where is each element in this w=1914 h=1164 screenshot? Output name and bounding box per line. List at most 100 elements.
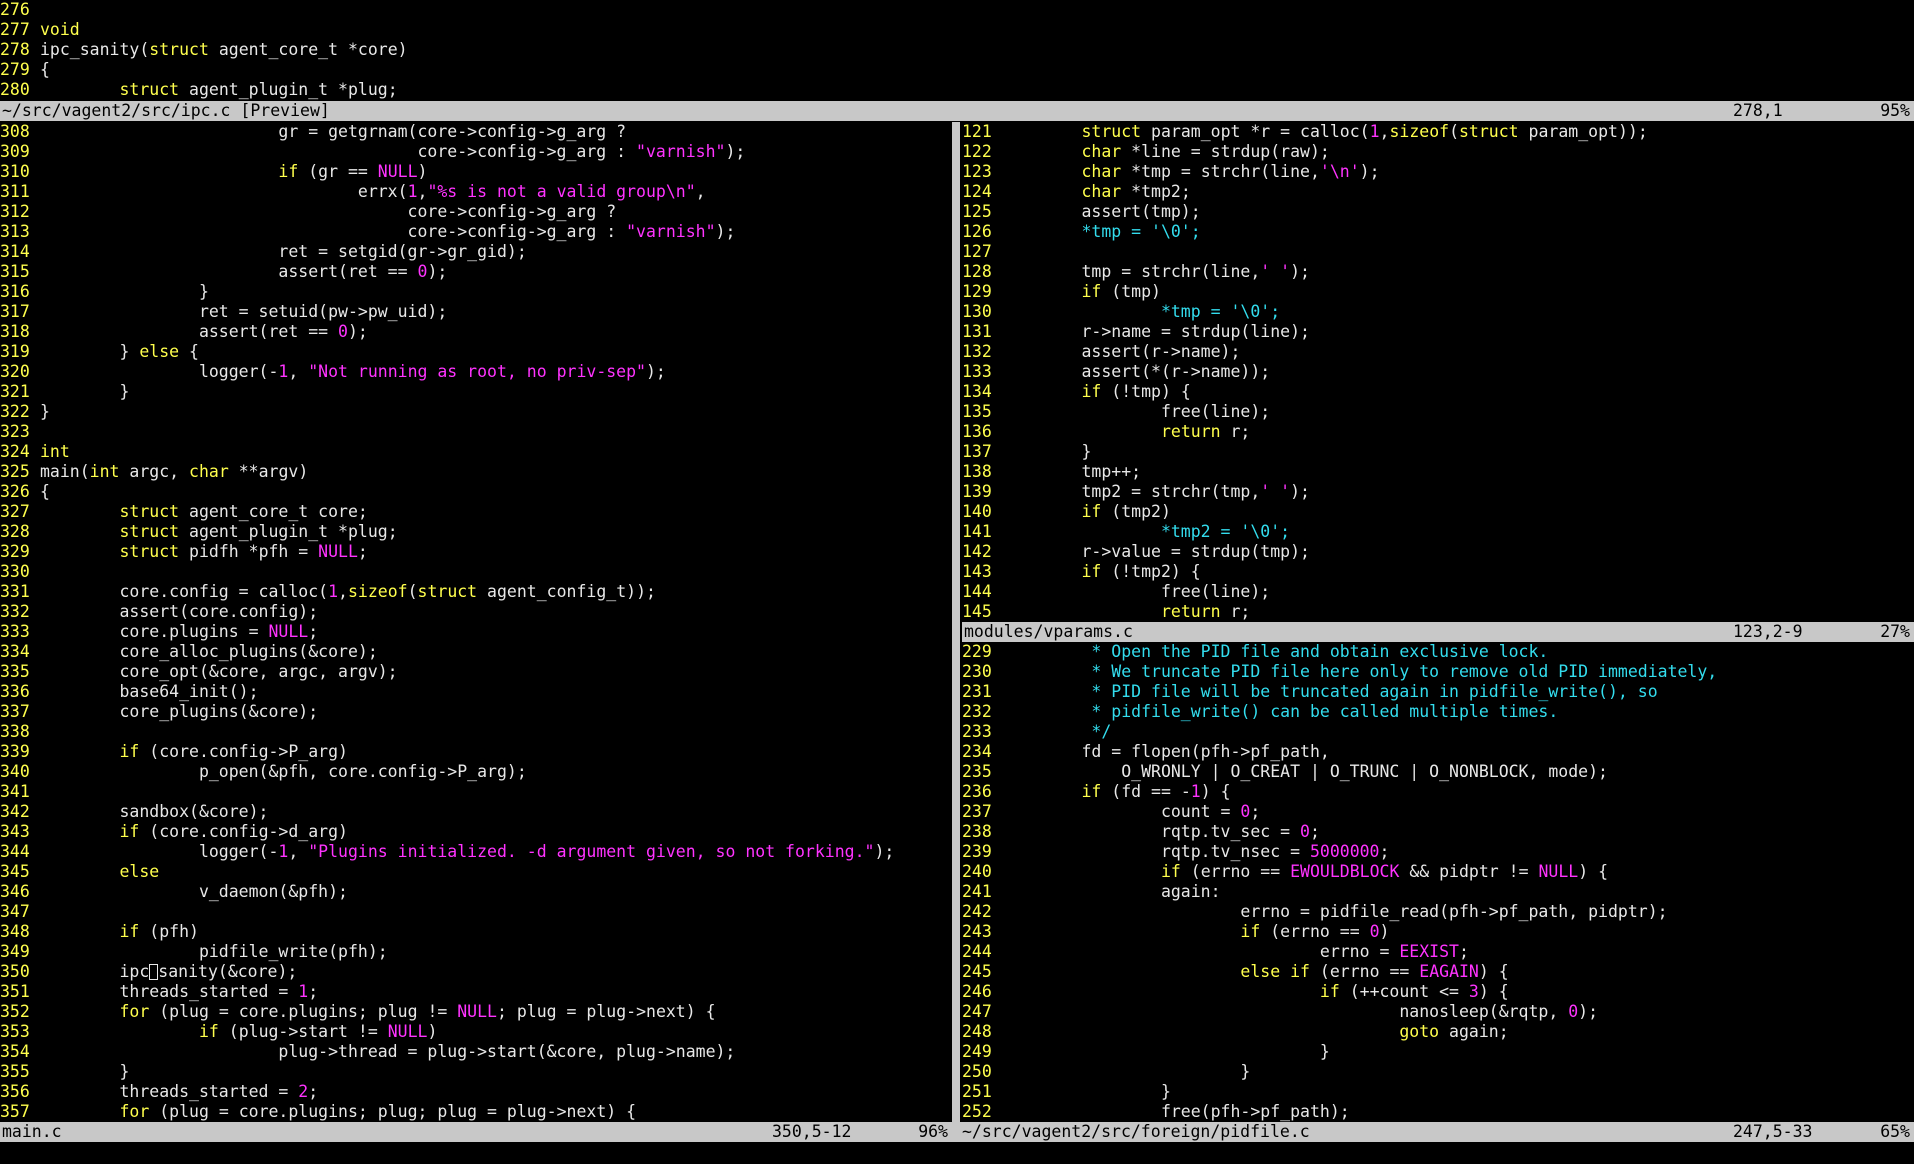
code-line[interactable]: 335 core_opt(&core, argc, argv); bbox=[0, 662, 952, 682]
code-line[interactable]: 325 main(int argc, char **argv) bbox=[0, 462, 952, 482]
status-bar-preview[interactable]: ~/src/vagent2/src/ipc.c [Preview] 278,1 … bbox=[0, 101, 1914, 121]
status-bar-vparams[interactable]: modules/vparams.c 123,2-9 27% bbox=[962, 622, 1914, 642]
code-line[interactable]: 129 if (tmp) bbox=[962, 282, 1914, 302]
code-line[interactable]: 343 if (core.config->d_arg) bbox=[0, 822, 952, 842]
code-line[interactable]: 229 * Open the PID file and obtain exclu… bbox=[962, 642, 1914, 662]
code-line[interactable]: 239 rqtp.tv_nsec = 5000000; bbox=[962, 842, 1914, 862]
code-line[interactable]: 357 for (plug = core.plugins; plug; plug… bbox=[0, 1102, 952, 1122]
code-line[interactable]: 351 threads_started = 1; bbox=[0, 982, 952, 1002]
code-line[interactable]: 320 logger(-1, "Not running as root, no … bbox=[0, 362, 952, 382]
code-line[interactable]: 145 return r; bbox=[962, 602, 1914, 622]
code-line[interactable]: 124 char *tmp2; bbox=[962, 182, 1914, 202]
code-line[interactable]: 342 sandbox(&core); bbox=[0, 802, 952, 822]
code-line[interactable]: 329 struct pidfh *pfh = NULL; bbox=[0, 542, 952, 562]
code-line[interactable]: 249 } bbox=[962, 1042, 1914, 1062]
code-line[interactable]: 348 if (pfh) bbox=[0, 922, 952, 942]
code-line[interactable]: 330 bbox=[0, 562, 952, 582]
code-line[interactable]: 232 * pidfile_write() can be called mult… bbox=[962, 702, 1914, 722]
code-line[interactable]: 243 if (errno == 0) bbox=[962, 922, 1914, 942]
code-line[interactable]: 142 r->value = strdup(tmp); bbox=[962, 542, 1914, 562]
code-line[interactable]: 336 base64_init(); bbox=[0, 682, 952, 702]
code-line[interactable]: 355 } bbox=[0, 1062, 952, 1082]
code-line[interactable]: 233 */ bbox=[962, 722, 1914, 742]
code-line[interactable]: 356 threads_started = 2; bbox=[0, 1082, 952, 1102]
code-line[interactable]: 354 plug->thread = plug->start(&core, pl… bbox=[0, 1042, 952, 1062]
code-line[interactable]: 319 } else { bbox=[0, 342, 952, 362]
code-line[interactable]: 245 else if (errno == EAGAIN) { bbox=[962, 962, 1914, 982]
code-line[interactable]: 331 core.config = calloc(1,sizeof(struct… bbox=[0, 582, 952, 602]
code-line[interactable]: 276 bbox=[0, 0, 1914, 20]
code-line[interactable]: 237 count = 0; bbox=[962, 802, 1914, 822]
code-line[interactable]: 128 tmp = strchr(line,' '); bbox=[962, 262, 1914, 282]
code-line[interactable]: 280 struct agent_plugin_t *plug; bbox=[0, 80, 1914, 100]
code-line[interactable]: 326 { bbox=[0, 482, 952, 502]
status-bar-pidfile[interactable]: ~/src/vagent2/src/foreign/pidfile.c 247,… bbox=[952, 1122, 1914, 1142]
code-line[interactable]: 141 *tmp2 = '\0'; bbox=[962, 522, 1914, 542]
code-line[interactable]: 139 tmp2 = strchr(tmp,' '); bbox=[962, 482, 1914, 502]
code-line[interactable]: 350 ipc sanity(&core); bbox=[0, 962, 952, 982]
code-line[interactable]: 332 assert(core.config); bbox=[0, 602, 952, 622]
code-line[interactable]: 278 ipc_sanity(struct agent_core_t *core) bbox=[0, 40, 1914, 60]
code-line[interactable]: 138 tmp++; bbox=[962, 462, 1914, 482]
pidfile-pane[interactable]: 229 * Open the PID file and obtain exclu… bbox=[962, 642, 1914, 1122]
code-line[interactable]: 321 } bbox=[0, 382, 952, 402]
code-line[interactable]: 133 assert(*(r->name)); bbox=[962, 362, 1914, 382]
code-line[interactable]: 144 free(line); bbox=[962, 582, 1914, 602]
preview-pane[interactable]: 276 277 void 278 ipc_sanity(struct agent_cor… bbox=[0, 0, 1914, 101]
main-c-pane[interactable]: 308 gr = getgrnam(core->config->g_arg ? 3… bbox=[0, 122, 952, 1122]
code-line[interactable]: 316 } bbox=[0, 282, 952, 302]
code-line[interactable]: 340 p_open(&pfh, core.config->P_arg); bbox=[0, 762, 952, 782]
code-line[interactable]: 130 *tmp = '\0'; bbox=[962, 302, 1914, 322]
code-line[interactable]: 246 if (++count <= 3) { bbox=[962, 982, 1914, 1002]
code-line[interactable]: 242 errno = pidfile_read(pfh->pf_path, p… bbox=[962, 902, 1914, 922]
vertical-split-separator[interactable] bbox=[952, 122, 960, 1122]
code-line[interactable]: 327 struct agent_core_t core; bbox=[0, 502, 952, 522]
code-line[interactable]: 311 errx(1,"%s is not a valid group\n", bbox=[0, 182, 952, 202]
code-line[interactable]: 235 O_WRONLY | O_CREAT | O_TRUNC | O_NON… bbox=[962, 762, 1914, 782]
code-line[interactable]: 132 assert(r->name); bbox=[962, 342, 1914, 362]
code-line[interactable]: 318 assert(ret == 0); bbox=[0, 322, 952, 342]
code-line[interactable]: 248 goto again; bbox=[962, 1022, 1914, 1042]
code-line[interactable]: 322} bbox=[0, 402, 952, 422]
code-line[interactable]: 136 return r; bbox=[962, 422, 1914, 442]
code-line[interactable]: 310 if (gr == NULL) bbox=[0, 162, 952, 182]
code-line[interactable]: 353 if (plug->start != NULL) bbox=[0, 1022, 952, 1042]
code-line[interactable]: 347 bbox=[0, 902, 952, 922]
code-line[interactable]: 252 free(pfh->pf_path); bbox=[962, 1102, 1914, 1122]
code-line[interactable]: 324 int bbox=[0, 442, 952, 462]
code-line[interactable]: 333 core.plugins = NULL; bbox=[0, 622, 952, 642]
code-line[interactable]: 314 ret = setgid(gr->gr_gid); bbox=[0, 242, 952, 262]
code-line[interactable]: 123 char *tmp = strchr(line,'\n'); bbox=[962, 162, 1914, 182]
code-line[interactable]: 277 void bbox=[0, 20, 1914, 40]
code-line[interactable]: 251 } bbox=[962, 1082, 1914, 1102]
code-line[interactable]: 339 if (core.config->P_arg) bbox=[0, 742, 952, 762]
code-line[interactable]: 341 bbox=[0, 782, 952, 802]
code-line[interactable]: 127 bbox=[962, 242, 1914, 262]
code-line[interactable]: 352 for (plug = core.plugins; plug != NU… bbox=[0, 1002, 952, 1022]
code-line[interactable]: 122 char *line = strdup(raw); bbox=[962, 142, 1914, 162]
code-line[interactable]: 236 if (fd == -1) { bbox=[962, 782, 1914, 802]
code-line[interactable]: 279 { bbox=[0, 60, 1914, 80]
code-line[interactable]: 345 else bbox=[0, 862, 952, 882]
code-line[interactable]: 308 gr = getgrnam(core->config->g_arg ? bbox=[0, 122, 952, 142]
code-line[interactable]: 238 rqtp.tv_sec = 0; bbox=[962, 822, 1914, 842]
code-line[interactable]: 234 fd = flopen(pfh->pf_path, bbox=[962, 742, 1914, 762]
code-line[interactable]: 240 if (errno == EWOULDBLOCK && pidptr !… bbox=[962, 862, 1914, 882]
code-line[interactable]: 313 core->config->g_arg : "varnish"); bbox=[0, 222, 952, 242]
code-line[interactable]: 315 assert(ret == 0); bbox=[0, 262, 952, 282]
code-line[interactable]: 241 again: bbox=[962, 882, 1914, 902]
code-line[interactable]: 231 * PID file will be truncated again i… bbox=[962, 682, 1914, 702]
code-line[interactable]: 135 free(line); bbox=[962, 402, 1914, 422]
code-line[interactable]: 328 struct agent_plugin_t *plug; bbox=[0, 522, 952, 542]
code-line[interactable]: 244 errno = EEXIST; bbox=[962, 942, 1914, 962]
code-line[interactable]: 131 r->name = strdup(line); bbox=[962, 322, 1914, 342]
code-line[interactable]: 143 if (!tmp2) { bbox=[962, 562, 1914, 582]
code-line[interactable]: 137 } bbox=[962, 442, 1914, 462]
code-line[interactable]: 323 bbox=[0, 422, 952, 442]
code-line[interactable]: 317 ret = setuid(pw->pw_uid); bbox=[0, 302, 952, 322]
code-line[interactable]: 134 if (!tmp) { bbox=[962, 382, 1914, 402]
code-line[interactable]: 346 v_daemon(&pfh); bbox=[0, 882, 952, 902]
status-bar-main[interactable]: main.c 350,5-12 96% bbox=[0, 1122, 952, 1142]
code-line[interactable]: 344 logger(-1, "Plugins initialized. -d … bbox=[0, 842, 952, 862]
code-line[interactable]: 121 struct param_opt *r = calloc(1,sizeo… bbox=[962, 122, 1914, 142]
